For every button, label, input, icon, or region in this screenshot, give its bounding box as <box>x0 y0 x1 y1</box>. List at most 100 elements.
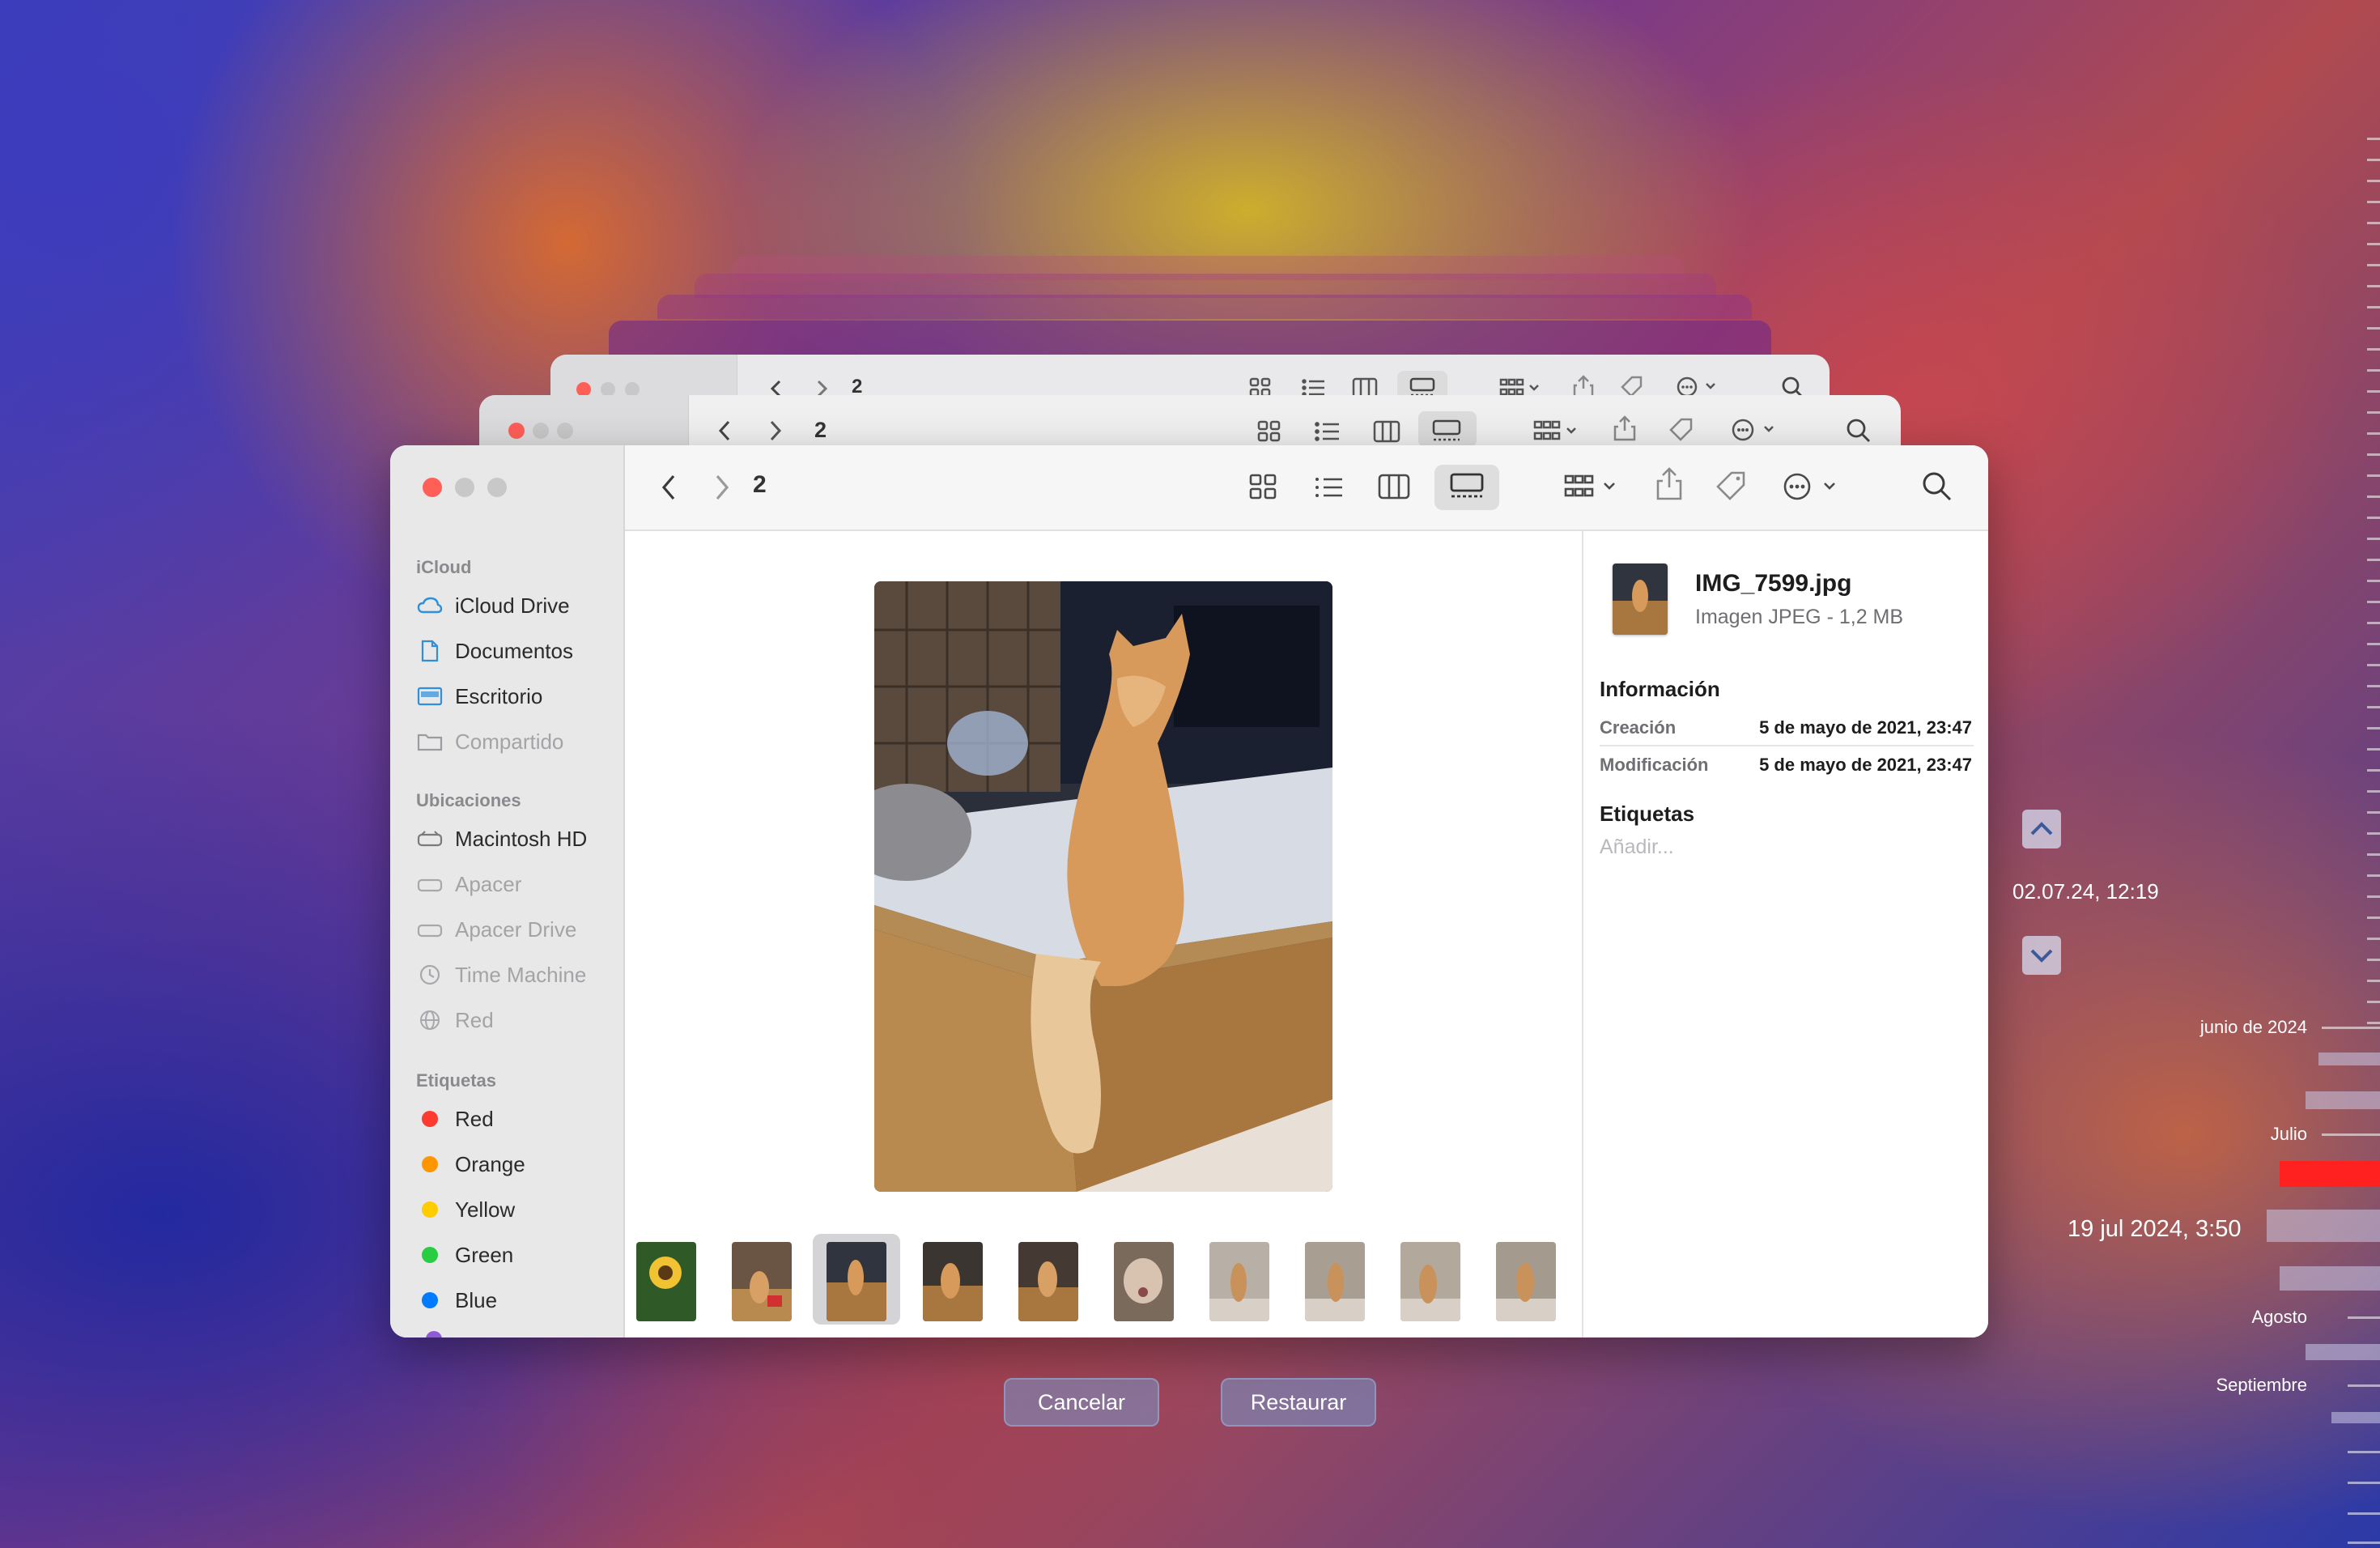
red-tag-dot <box>422 1111 438 1127</box>
clock-icon <box>416 963 444 987</box>
selected-timeline-bar[interactable] <box>2280 1161 2380 1187</box>
close-button[interactable] <box>423 478 442 497</box>
back-finder-window[interactable]: 2 <box>479 395 1901 447</box>
timeline-down-button[interactable] <box>2022 936 2061 975</box>
minimize-button[interactable] <box>455 478 474 497</box>
back-icon <box>718 420 730 441</box>
thumbnail-sunflower[interactable] <box>636 1242 696 1321</box>
divider <box>1600 745 1974 746</box>
timeline-up-button[interactable] <box>2022 810 2061 848</box>
timeline-label-june[interactable]: junio de 2024 <box>2200 1017 2307 1038</box>
close-dot <box>508 423 525 439</box>
folder-title: 2 <box>814 418 827 442</box>
forward-icon[interactable] <box>711 473 732 502</box>
tag-icon <box>1669 418 1693 441</box>
folder-title: 2 <box>753 471 767 498</box>
drive-icon <box>416 872 444 896</box>
grid-view-icon <box>1257 420 1281 442</box>
group-by-icon[interactable] <box>1564 473 1622 500</box>
thumbnail-photo[interactable] <box>732 1242 792 1321</box>
info-row-created: Creación 5 de mayo de 2021, 23:47 <box>1600 717 1972 738</box>
gallery-view-icon <box>1432 419 1461 441</box>
group-menu-icon <box>1533 420 1576 440</box>
green-tag-dot <box>422 1247 438 1263</box>
thumbnail-photo[interactable] <box>1400 1242 1460 1321</box>
document-icon <box>416 639 444 663</box>
timeline-label-july[interactable]: Julio <box>2271 1124 2307 1145</box>
search-icon <box>1847 419 1870 442</box>
gallery-view-icon[interactable] <box>1449 473 1485 500</box>
info-panel: IMG_7599.jpg Imagen JPEG - 1,2 MB Inform… <box>1582 531 1988 1337</box>
shared-folder-icon <box>416 729 444 754</box>
image-preview[interactable] <box>874 581 1332 1192</box>
stacked-window-shadow <box>609 321 1771 359</box>
sidebar: iCloud iCloud Drive Documentos Escritori… <box>390 445 625 1337</box>
sidebar-section-ubicaciones: Ubicaciones <box>416 790 521 810</box>
share-icon[interactable] <box>1655 466 1684 502</box>
file-type: Imagen JPEG - 1,2 MB <box>1695 606 1904 628</box>
sidebar-item-compartido[interactable]: Compartido <box>416 724 563 759</box>
sidebar-item-apacer-drive[interactable]: Apacer Drive <box>416 912 576 947</box>
zoom-button[interactable] <box>487 478 507 497</box>
gallery-content <box>625 531 1567 1337</box>
sidebar-section-icloud: iCloud <box>416 557 472 577</box>
more-actions-icon <box>1732 419 1774 441</box>
sidebar-tag-green[interactable]: Green <box>416 1237 513 1273</box>
toolbar: 2 <box>625 445 1988 531</box>
list-view-icon <box>1315 422 1339 441</box>
chevron-up-icon <box>2030 822 2053 836</box>
icon-view-icon[interactable] <box>1248 473 1277 500</box>
search-icon[interactable] <box>1922 471 1953 502</box>
sidebar-item-escritorio[interactable]: Escritorio <box>416 678 542 714</box>
file-name: IMG_7599.jpg <box>1695 570 1852 597</box>
tags-section-title: Etiquetas <box>1600 802 1695 826</box>
restore-button[interactable]: Restaurar <box>1221 1378 1376 1427</box>
blue-tag-dot <box>422 1292 438 1308</box>
sidebar-item-icloud-drive[interactable]: iCloud Drive <box>416 588 570 623</box>
zoom-dot <box>557 423 573 439</box>
info-section-title: Información <box>1600 677 1720 701</box>
add-tag-field[interactable]: Añadir... <box>1600 836 1674 859</box>
yellow-tag-dot <box>422 1201 438 1218</box>
timeline-label-september[interactable]: Septiembre <box>2216 1375 2307 1396</box>
sidebar-item-macintosh-hd[interactable]: Macintosh HD <box>416 821 587 857</box>
finder-window[interactable]: iCloud iCloud Drive Documentos Escritori… <box>390 445 1988 1337</box>
thumbnail-selected[interactable] <box>827 1242 886 1321</box>
column-view-icon[interactable] <box>1378 473 1410 500</box>
drive-icon <box>416 917 444 942</box>
tag-icon[interactable] <box>1715 470 1747 502</box>
drive-icon <box>416 827 444 851</box>
sidebar-item-apacer[interactable]: Apacer <box>416 866 521 902</box>
column-view-icon <box>1373 420 1400 443</box>
info-row-modified: Modificación 5 de mayo de 2021, 23:47 <box>1600 755 1972 775</box>
sidebar-item-documentos[interactable]: Documentos <box>416 633 573 669</box>
sidebar-tag-red[interactable]: Red <box>416 1101 494 1137</box>
purple-tag-dot <box>426 1331 442 1337</box>
cloud-icon <box>416 593 444 618</box>
minimize-dot <box>533 423 549 439</box>
thumbnail-photo[interactable] <box>1209 1242 1269 1321</box>
sidebar-tag-blue[interactable]: Blue <box>416 1282 497 1318</box>
more-actions-icon[interactable] <box>1783 471 1841 502</box>
sidebar-tag-yellow[interactable]: Yellow <box>416 1192 515 1227</box>
current-snapshot-date: 02.07.24, 12:19 <box>2012 879 2159 904</box>
forward-icon <box>770 420 782 441</box>
cancel-button[interactable]: Cancelar <box>1004 1378 1159 1427</box>
timeline-label-august[interactable]: Agosto <box>2252 1307 2308 1328</box>
sidebar-item-red[interactable]: Red <box>416 1002 494 1038</box>
thumbnail-photo[interactable] <box>1018 1242 1078 1321</box>
sidebar-item-time-machine[interactable]: Time Machine <box>416 957 586 993</box>
thumbnail-photo[interactable] <box>1114 1242 1174 1321</box>
orange-tag-dot <box>422 1156 438 1172</box>
list-view-icon[interactable] <box>1315 474 1344 500</box>
cat-photo <box>874 581 1332 1192</box>
thumbnail-photo[interactable] <box>923 1242 983 1321</box>
timeline-hover-date: 19 jul 2024, 3:50 <box>2068 1216 2242 1242</box>
globe-icon <box>416 1008 444 1032</box>
sidebar-tag-orange[interactable]: Orange <box>416 1146 525 1182</box>
file-thumbnail <box>1613 563 1668 635</box>
thumbnail-photo[interactable] <box>1496 1242 1556 1321</box>
back-icon[interactable] <box>659 473 680 502</box>
desktop-icon <box>416 684 444 708</box>
thumbnail-photo[interactable] <box>1305 1242 1365 1321</box>
